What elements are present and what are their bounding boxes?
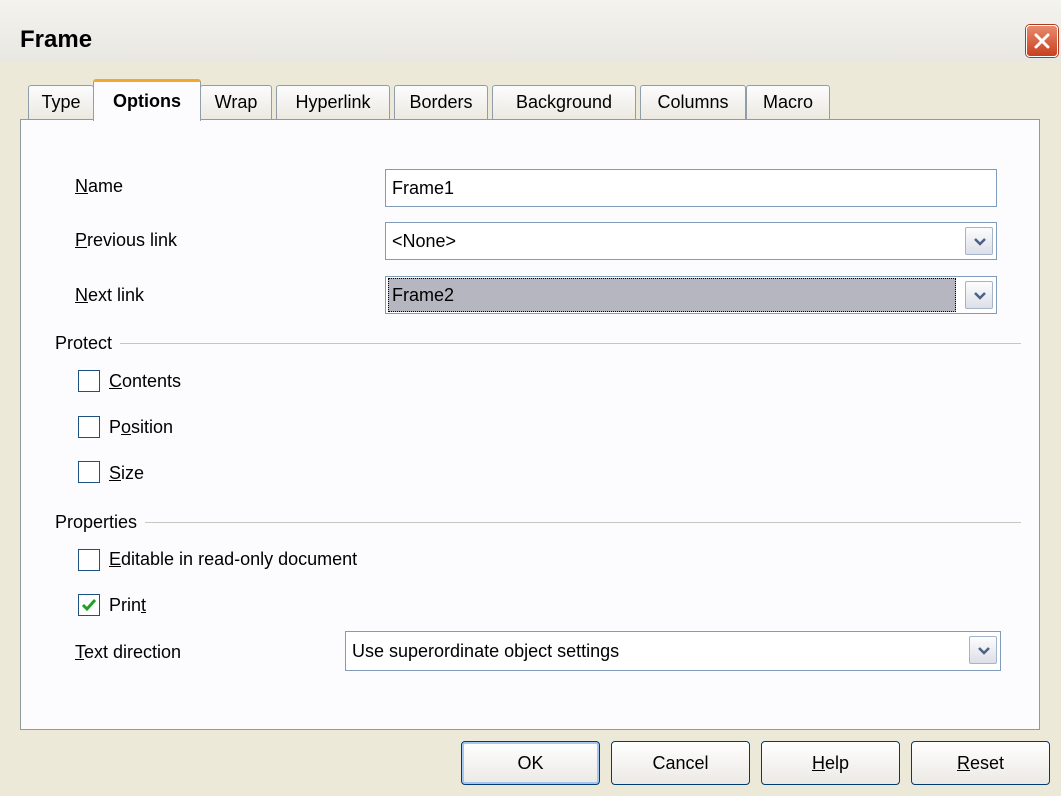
- frame-dialog: Frame Type Options Wrap Hyperlink Border…: [0, 0, 1061, 796]
- window-title: Frame: [20, 26, 93, 53]
- size-checkbox[interactable]: [78, 461, 100, 483]
- previous-link-select[interactable]: <None>: [385, 222, 997, 260]
- ok-button[interactable]: OK: [461, 741, 600, 785]
- text-direction-dropdown-button[interactable]: [969, 636, 997, 664]
- tab-borders[interactable]: Borders: [394, 85, 488, 119]
- help-button[interactable]: Help: [761, 741, 900, 785]
- cancel-button[interactable]: Cancel: [611, 741, 750, 785]
- previous-link-value: <None>: [392, 231, 457, 251]
- tab-options[interactable]: Options: [93, 79, 201, 121]
- size-label: Size: [109, 463, 145, 483]
- editable-checkbox[interactable]: [78, 549, 100, 571]
- next-link-dropdown-button[interactable]: [965, 281, 993, 309]
- properties-group-title: Properties: [55, 512, 146, 533]
- close-button[interactable]: [1026, 25, 1058, 57]
- contents-label: Contents: [109, 371, 182, 391]
- previous-link-label: Previous link: [75, 230, 178, 250]
- protect-separator: [61, 343, 1021, 344]
- text-direction-select[interactable]: Use superordinate object settings: [345, 631, 1001, 671]
- tab-type[interactable]: Type: [28, 85, 94, 119]
- tab-background[interactable]: Background: [492, 85, 636, 119]
- next-link-value: Frame2: [388, 278, 956, 312]
- name-input[interactable]: Frame1: [385, 169, 997, 207]
- options-panel: Name Frame1 Previous link <None> Next li…: [20, 119, 1040, 730]
- previous-link-dropdown-button[interactable]: [965, 227, 993, 255]
- tab-wrap[interactable]: Wrap: [200, 85, 272, 119]
- title-bar[interactable]: Frame: [0, 0, 1061, 62]
- reset-button[interactable]: Reset: [911, 741, 1050, 785]
- contents-checkbox[interactable]: [78, 370, 100, 392]
- next-link-label: Next link: [75, 285, 145, 305]
- name-label: Name: [75, 176, 124, 196]
- check-mark-icon: [81, 599, 97, 612]
- editable-label: Editable in read-only document: [109, 549, 358, 569]
- chevron-down-icon: [974, 292, 986, 300]
- tab-macro[interactable]: Macro: [746, 85, 830, 119]
- print-label: Print: [109, 595, 147, 615]
- protect-group-title: Protect: [55, 333, 121, 354]
- position-label: Position: [109, 417, 174, 437]
- text-direction-label: Text direction: [75, 642, 182, 662]
- properties-separator: [61, 522, 1021, 523]
- text-direction-value: Use superordinate object settings: [352, 641, 620, 661]
- print-checkbox[interactable]: [78, 594, 100, 616]
- position-checkbox[interactable]: [78, 416, 100, 438]
- close-x-icon: [1034, 33, 1050, 49]
- chevron-down-icon: [978, 647, 990, 655]
- chevron-down-icon: [974, 238, 986, 246]
- tab-columns[interactable]: Columns: [640, 85, 746, 119]
- tab-hyperlink[interactable]: Hyperlink: [276, 85, 390, 119]
- next-link-select[interactable]: Frame2: [385, 276, 997, 314]
